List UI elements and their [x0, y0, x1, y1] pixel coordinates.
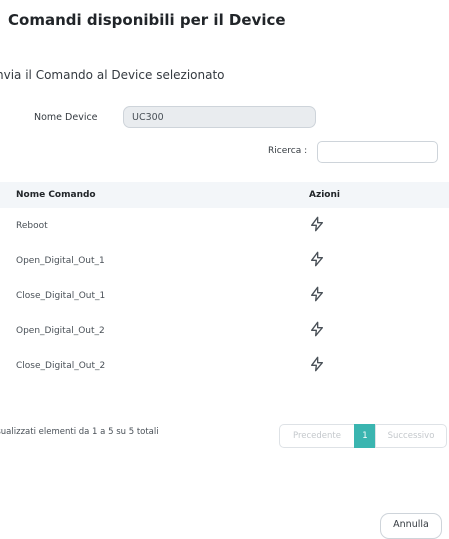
- lightning-bolt-icon[interactable]: [309, 251, 325, 267]
- actions-cell: [306, 243, 449, 278]
- modal-title: Comandi disponibili per il Device: [8, 11, 286, 29]
- table-header-row: Nome Comando Azioni: [0, 182, 449, 208]
- command-name-cell: Open_Digital_Out_1: [16, 255, 105, 266]
- commands-table: Nome Comando Azioni Reboot Open_Digital_…: [0, 182, 449, 383]
- pagination: Precedente 1 Successivo: [279, 424, 447, 448]
- actions-cell: [306, 208, 449, 243]
- column-header-command-name[interactable]: Nome Comando: [0, 182, 306, 208]
- previous-page-button[interactable]: Precedente: [279, 424, 355, 448]
- table-row: Close_Digital_Out_2: [0, 348, 449, 383]
- cancel-button[interactable]: Annulla: [380, 513, 442, 539]
- lightning-bolt-icon[interactable]: [309, 356, 325, 372]
- lightning-bolt-icon[interactable]: [309, 286, 325, 302]
- column-header-actions: Azioni: [306, 182, 449, 208]
- actions-cell: [306, 278, 449, 313]
- command-name-cell: Open_Digital_Out_2: [16, 325, 105, 336]
- command-name-cell: Reboot: [16, 220, 48, 231]
- table-row: Reboot: [0, 208, 449, 243]
- table-row: Open_Digital_Out_1: [0, 243, 449, 278]
- lightning-bolt-icon[interactable]: [309, 216, 325, 232]
- command-name-cell: Close_Digital_Out_2: [16, 360, 106, 371]
- command-name-cell: Close_Digital_Out_1: [16, 290, 106, 301]
- search-label: Ricerca :: [268, 146, 308, 156]
- pagination-info: isualizzati elementi da 1 a 5 su 5 total…: [0, 427, 159, 437]
- table-row: Close_Digital_Out_1: [0, 278, 449, 313]
- next-page-button[interactable]: Successivo: [375, 424, 447, 448]
- search-input[interactable]: [317, 141, 438, 163]
- modal-subtitle: nvia il Comando al Device selezionato: [0, 68, 225, 82]
- page-1-button[interactable]: 1: [354, 424, 376, 448]
- lightning-bolt-icon[interactable]: [309, 321, 325, 337]
- actions-cell: [306, 313, 449, 348]
- device-name-field[interactable]: [123, 106, 316, 128]
- table-row: Open_Digital_Out_2: [0, 313, 449, 348]
- device-name-label: Nome Device: [34, 112, 98, 123]
- actions-cell: [306, 348, 449, 383]
